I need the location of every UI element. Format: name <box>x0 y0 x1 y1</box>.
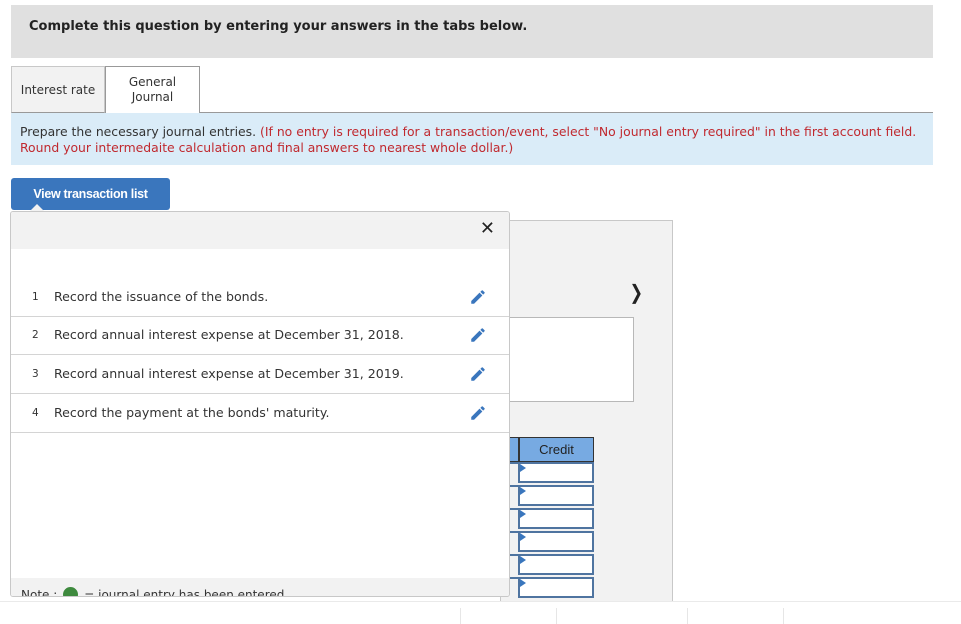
note-text: = journal entry has been entered <box>84 587 285 597</box>
row-divider <box>509 462 518 464</box>
transaction-text: Record the issuance of the bonds. <box>54 289 269 304</box>
transaction-item-2[interactable]: 2 Record annual interest expense at Dece… <box>11 317 509 355</box>
cell-flag-icon <box>520 487 526 495</box>
transaction-item-3[interactable]: 3 Record annual interest expense at Dece… <box>11 356 509 394</box>
toolbar-divider <box>687 608 688 624</box>
cell-flag-icon <box>520 533 526 541</box>
chevron-right-icon[interactable]: ❯ <box>630 280 643 304</box>
close-icon[interactable]: ✕ <box>480 218 495 239</box>
pencil-icon[interactable] <box>469 365 487 383</box>
debit-header-edge <box>509 437 518 462</box>
cell-flag-icon <box>520 510 526 518</box>
credit-header-label: Credit <box>539 442 574 457</box>
bottom-toolbar <box>0 601 961 624</box>
question-header-text: Complete this question by entering your … <box>29 19 528 34</box>
row-divider <box>509 554 518 556</box>
transaction-text: Record annual interest expense at Decemb… <box>54 327 404 342</box>
transaction-list-popup: ✕ 1 Record the issuance of the bonds. 2 … <box>10 211 510 597</box>
row-divider <box>509 577 518 579</box>
instructions-box: Prepare the necessary journal entries. (… <box>11 113 933 165</box>
cell-flag-icon <box>520 464 526 472</box>
row-divider <box>509 508 518 510</box>
tab-general-journal[interactable]: General Journal <box>105 66 200 113</box>
transaction-item-4[interactable]: 4 Record the payment at the bonds' matur… <box>11 395 509 433</box>
row-divider <box>509 485 518 487</box>
pencil-icon[interactable] <box>469 326 487 344</box>
question-header: Complete this question by entering your … <box>11 5 933 58</box>
credit-input-5[interactable] <box>518 554 594 575</box>
credit-header: Credit <box>518 437 594 462</box>
credit-input-4[interactable] <box>518 531 594 552</box>
instructions-main: Prepare the necessary journal entries. <box>20 124 257 139</box>
credit-input-2[interactable] <box>518 485 594 506</box>
popup-caret <box>30 204 44 211</box>
transaction-number: 2 <box>32 329 39 341</box>
tab-interest-rate-label: Interest rate <box>20 82 96 97</box>
transaction-item-1[interactable]: 1 Record the issuance of the bonds. <box>11 279 509 317</box>
pencil-icon[interactable] <box>469 404 487 422</box>
credit-input-3[interactable] <box>518 508 594 529</box>
transaction-text: Record annual interest expense at Decemb… <box>54 366 404 381</box>
toolbar-divider <box>556 608 557 624</box>
transaction-number: 3 <box>32 368 39 380</box>
transaction-number: 1 <box>32 291 39 303</box>
tab-label-line1: General <box>128 75 177 89</box>
row-divider <box>509 531 518 533</box>
tab-interest-rate[interactable]: Interest rate <box>11 66 105 113</box>
popup-header: ✕ <box>11 212 509 249</box>
tab-label-line2: Journal <box>131 90 174 104</box>
transaction-description-box <box>500 317 634 402</box>
pencil-icon[interactable] <box>469 288 487 306</box>
credit-input-1[interactable] <box>518 462 594 483</box>
note-label: Note : <box>21 587 58 597</box>
tab-general-journal-label: General Journal <box>129 75 176 105</box>
entered-status-dot-icon <box>63 587 79 596</box>
popup-footer: Note : = journal entry has been entered <box>11 578 509 597</box>
cell-flag-icon <box>520 579 526 587</box>
toolbar-divider <box>460 608 461 624</box>
transaction-text: Record the payment at the bonds' maturit… <box>54 405 330 420</box>
toolbar-divider <box>783 608 784 624</box>
cell-flag-icon <box>520 556 526 564</box>
credit-input-6[interactable] <box>518 577 594 598</box>
view-transaction-list-label: View transaction list <box>33 187 148 201</box>
transaction-number: 4 <box>32 407 39 419</box>
